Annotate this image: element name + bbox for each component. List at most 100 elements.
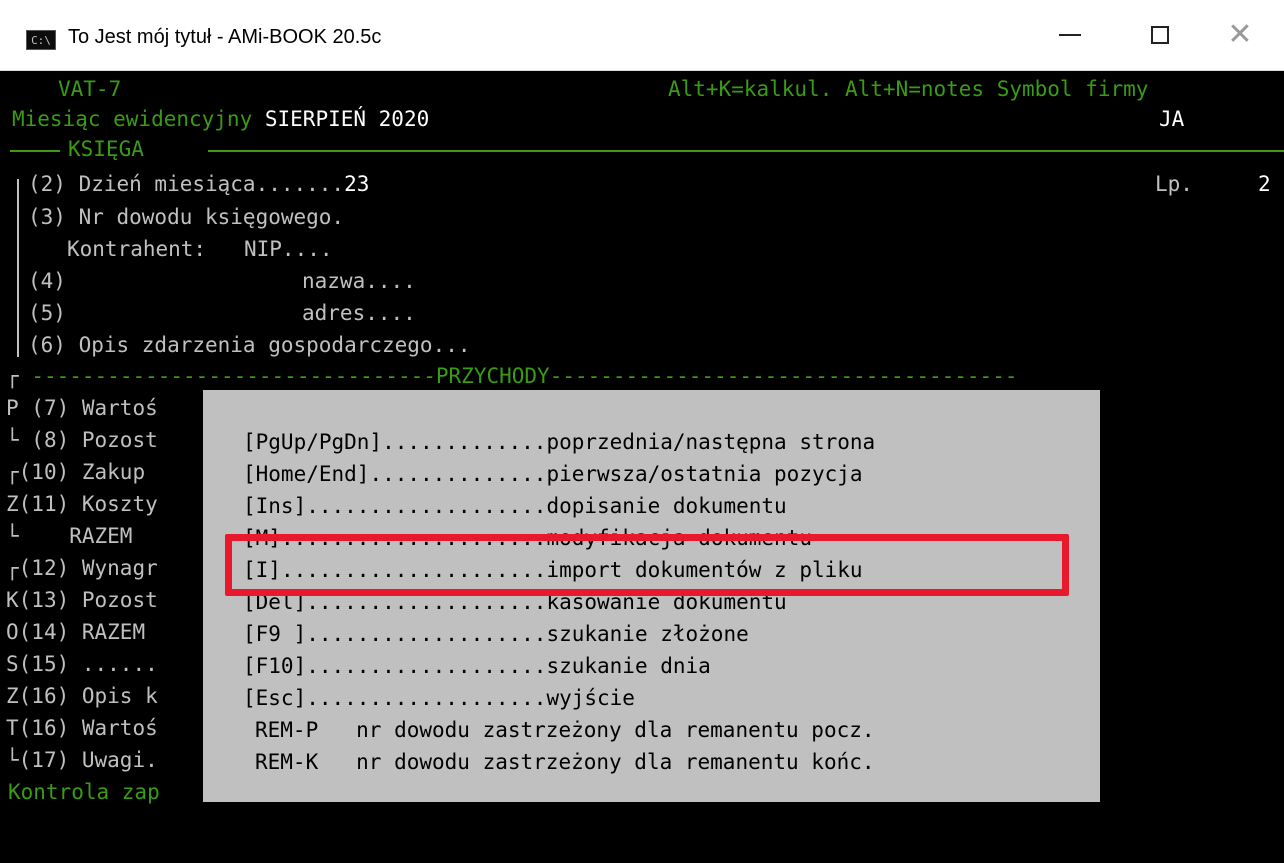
help-item-dots: ............. [382, 430, 547, 454]
help-item-dots: ................... [306, 654, 547, 678]
form-name: VAT-7 [58, 77, 122, 101]
close-icon: ✕ [1227, 17, 1253, 52]
ledger-row[interactable]: Z(16) Opis k [6, 681, 158, 711]
highlight-box [225, 534, 1069, 596]
row-label: (7) Wartoś [18, 396, 158, 420]
ledger-row[interactable]: ┌(10) Zakup [6, 457, 158, 487]
ledger-row[interactable]: K(13) Pozost [6, 585, 158, 615]
help-item-desc: pierwsza/ostatnia pozycja [546, 462, 863, 486]
row-prefix: P [6, 396, 19, 420]
field-contractor-nip[interactable]: Kontrahent: NIP.... [67, 234, 333, 264]
close-button[interactable]: ✕ [1200, 0, 1280, 70]
divider [10, 150, 60, 152]
row-prefix: Z [6, 492, 19, 516]
maximize-button[interactable] [1120, 0, 1200, 70]
console-window: C:\ To Jest mój tytuł - AMi-BOOK 20.5c ✕… [0, 0, 1284, 863]
row-label: (12) Wynagr [18, 556, 158, 580]
month-value: SIERPIEŃ 2020 [264, 107, 430, 131]
row-label: (14) RAZEM [18, 620, 158, 644]
month-row: Miesiąc ewidencyjny SIERPIEŃ 2020 [12, 104, 429, 134]
ledger-row[interactable]: └ RAZEM [6, 521, 145, 551]
title-bar[interactable]: C:\ To Jest mój tytuł - AMi-BOOK 20.5c ✕ [0, 0, 1284, 71]
help-item-desc: wyjście [546, 686, 635, 710]
remark-key: REM-P [255, 718, 319, 742]
day-value[interactable]: 23 [344, 172, 369, 196]
field-day[interactable]: (2) Dzień miesiąca.......23 [28, 169, 369, 199]
minimize-button[interactable] [1030, 0, 1110, 70]
ledger-row[interactable]: └ (8) Pozost [6, 425, 158, 455]
help-item-desc: dopisanie dokumentu [546, 494, 787, 518]
help-item-desc: poprzednia/następna strona [546, 430, 876, 454]
lp-label: Lp. [1155, 172, 1193, 196]
help-item-key: [PgUp/PgDn] [243, 430, 383, 454]
bracket [17, 179, 19, 357]
ledger-row[interactable]: ┌(12) Wynagr [6, 553, 158, 583]
row-prefix: ┌ [6, 460, 19, 484]
row-label: RAZEM [18, 524, 146, 548]
remark-desc: nr dowodu zastrzeżony dla remanentu pocz… [356, 718, 875, 742]
help-item: [F9 ]...................szukanie złożone [243, 618, 749, 650]
remark-key: REM-K [255, 750, 319, 774]
window-title: To Jest mój tytuł - AMi-BOOK 20.5c [68, 26, 382, 48]
row-prefix: ┌ [6, 556, 19, 580]
field-contractor-address[interactable]: adres.... [302, 298, 416, 328]
row-prefix: S [6, 652, 19, 676]
help-item-key: [Ins] [243, 494, 307, 518]
field-contractor-name-num: (4) [28, 269, 66, 293]
help-item-dots: ................... [306, 686, 547, 710]
help-item: [Ins]...................dopisanie dokume… [243, 490, 787, 522]
help-item: [Home/End]..............pierwsza/ostatni… [243, 458, 863, 490]
row-prefix: K [6, 588, 19, 612]
row-label: (13) Pozost [18, 588, 158, 612]
field-contractor-name[interactable]: nazwa.... [302, 266, 416, 296]
row-label: (16) Wartoś [18, 716, 158, 740]
help-item-key: [F10] [243, 654, 307, 678]
help-item: [Esc]...................wyjście [243, 682, 635, 714]
minimize-icon [1059, 34, 1081, 36]
help-item-key: [Esc] [243, 686, 307, 710]
help-item-dots: .............. [369, 462, 547, 486]
field-event-description[interactable]: (6) Opis zdarzenia gospodarczego... [28, 330, 471, 360]
help-item-key: [F9 ] [243, 622, 307, 646]
row-label: (10) Zakup [18, 460, 158, 484]
row-prefix: O [6, 620, 19, 644]
help-item-desc: szukanie dnia [546, 654, 711, 678]
console-icon[interactable]: C:\ [26, 30, 56, 50]
section-przychody: PRZYCHODY [435, 364, 550, 388]
ledger-row[interactable]: Z(11) Koszty [6, 489, 158, 519]
field-contractor-address-num: (5) [28, 301, 66, 325]
przychody-divider: ┌ --------------------------------PRZYCH… [6, 364, 1018, 388]
month-label: Miesiąc ewidencyjny [12, 107, 253, 131]
help-item: [PgUp/PgDn].............poprzednia/nastę… [243, 426, 875, 458]
help-remark: REM-P nr dowodu zastrzeżony dla remanent… [255, 714, 875, 746]
row-prefix: └ [6, 524, 19, 548]
row-label: (8) Pozost [18, 428, 158, 452]
row-prefix: T [6, 716, 19, 740]
ledger-row[interactable]: T(16) Wartoś [6, 713, 158, 743]
help-remark: REM-K nr dowodu zastrzeżony dla remanent… [255, 746, 875, 778]
remark-desc: nr dowodu zastrzeżony dla remanentu końc… [356, 750, 875, 774]
company-symbol: JA [1159, 107, 1185, 131]
ledger-row[interactable]: └(17) Uwagi. [6, 745, 158, 775]
section-ksiega: KSIĘGA [68, 137, 144, 161]
row-prefix: Z [6, 684, 19, 708]
ledger-row[interactable]: S(15) ...... [6, 649, 158, 679]
row-prefix: └ [6, 748, 19, 772]
help-item-desc: szukanie złożone [546, 622, 749, 646]
help-popup: [PgUp/PgDn].............poprzednia/nastę… [203, 390, 1100, 802]
ledger-row[interactable]: O(14) RAZEM [6, 617, 158, 647]
row-label: (15) ...... [18, 652, 158, 676]
help-item: [F10]...................szukanie dnia [243, 650, 711, 682]
field-doc-number[interactable]: (3) Nr dowodu księgowego. [28, 202, 344, 232]
divider [208, 150, 1284, 152]
row-prefix: └ [6, 428, 19, 452]
lp-value: 2 [1258, 172, 1271, 196]
footer-status: Kontrola zap [8, 780, 160, 804]
row-label: (11) Koszty [18, 492, 158, 516]
ledger-row[interactable]: P (7) Wartoś [6, 393, 158, 423]
help-item-key: [Home/End] [243, 462, 370, 486]
help-item-dots: ................... [306, 622, 547, 646]
row-label: (16) Opis k [18, 684, 158, 708]
maximize-icon [1151, 26, 1169, 44]
shortcut-hint: Alt+K=kalkul. Alt+N=notes Symbol firmy [668, 77, 1149, 101]
